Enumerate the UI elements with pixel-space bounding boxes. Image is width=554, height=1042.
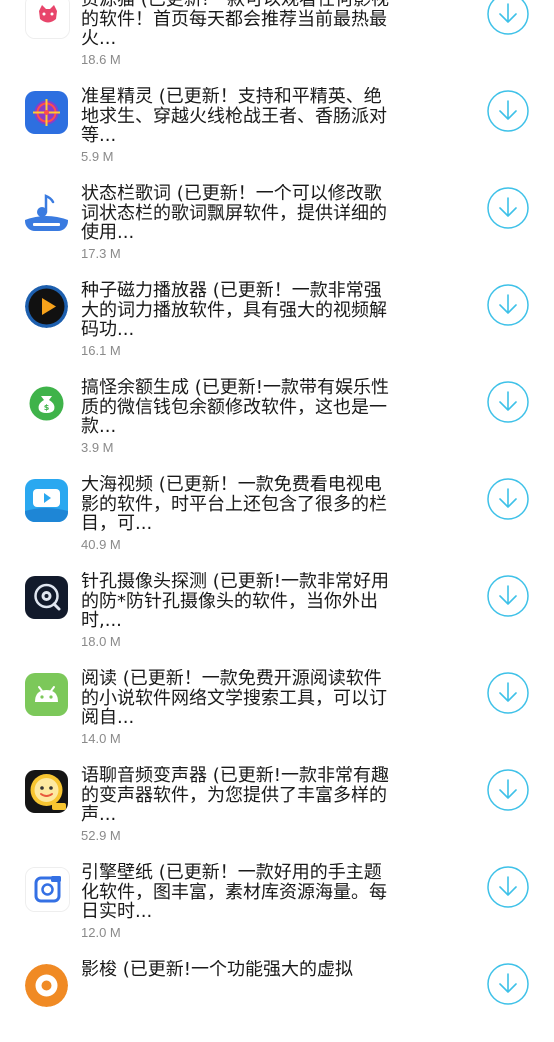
download-button[interactable] [487,0,529,35]
list-item[interactable]: $ 搞怪余额生成 (已更新!一款带有娱乐性质的微信钱包余额修改软件，这也是一款.… [0,363,554,460]
app-title: 语聊音频变声器 (已更新!一款非常有趣的变声器软件，为您提供了丰富多样的声... [81,766,389,825]
download-icon [487,478,529,520]
download-button[interactable] [487,672,529,714]
app-size: 17.3 M [81,246,121,261]
list-item[interactable]: 准星精灵 (已更新！支持和平精英、绝地求生、穿越火线枪战王者、香肠派对等... … [0,72,554,169]
crosshair-icon [25,91,68,134]
voice-changer-icon [25,770,68,813]
app-title: 种子磁力播放器 (已更新！一款非常强大的词力播放软件，具有强大的视频解码功... [81,281,387,340]
app-title: 针孔摄像头探测 (已更新!一款非常好用的防*防针孔摄像头的软件，当你外出时,..… [81,572,389,631]
download-button[interactable] [487,381,529,423]
download-icon [487,575,529,617]
gallery-icon [25,867,70,912]
app-size: 16.1 M [81,343,121,358]
app-size: 14.0 M [81,731,121,746]
list-item[interactable]: 影梭 (已更新!一个功能强大的虚拟 [0,945,554,1042]
app-size: 52.9 M [81,828,121,843]
app-size: 12.0 M [81,925,121,940]
list-item[interactable]: 阅读 (已更新！一款免费开源阅读软件的小说软件网络文学搜索工具，可以订阅自...… [0,654,554,751]
play-icon [25,285,68,328]
list-item[interactable]: 状态栏歌词 (已更新！一个可以修改歌词状态栏的歌词飘屏软件，提供详细的使用...… [0,169,554,266]
app-size: 40.9 M [81,537,121,552]
download-icon [487,284,529,326]
svg-text:$: $ [44,403,50,412]
app-title: 引擎壁纸 (已更新！一款好用的手主题化软件，图丰富，素材库资源海量。每日实时..… [81,863,387,922]
download-icon [487,769,529,811]
download-button[interactable] [487,769,529,811]
app-title: 影梭 (已更新!一个功能强大的虚拟 [81,960,353,980]
app-size: 18.0 M [81,634,121,649]
download-icon [487,90,529,132]
app-title: 大海视频 (已更新！一款免费看电视电影的软件，时平台上还包含了很多的栏目，可..… [81,475,387,534]
download-button[interactable] [487,478,529,520]
music-note-icon [25,188,68,231]
app-list: 资源猫 (已更新!一款可以观看任何影视的软件！首页每天都会推荐当前最热最火...… [0,0,554,1042]
download-button[interactable] [487,284,529,326]
app-title: 状态栏歌词 (已更新！一个可以修改歌词状态栏的歌词飘屏软件，提供详细的使用... [81,184,387,243]
list-item[interactable]: 针孔摄像头探测 (已更新!一款非常好用的防*防针孔摄像头的软件，当你外出时,..… [0,557,554,654]
download-icon [487,672,529,714]
camera-detector-icon [25,576,68,619]
list-item[interactable]: 引擎壁纸 (已更新！一款好用的手主题化软件，图丰富，素材库资源海量。每日实时..… [0,848,554,945]
download-icon [487,187,529,229]
list-item[interactable]: 种子磁力播放器 (已更新！一款非常强大的词力播放软件，具有强大的视频解码功...… [0,266,554,363]
app-size: 5.9 M [81,149,114,164]
shuttle-icon [25,964,68,1007]
download-icon [487,0,529,35]
cat-icon [25,0,70,39]
video-player-icon [25,479,68,522]
money-bag-icon: $ [25,382,68,425]
list-item[interactable]: 资源猫 (已更新!一款可以观看任何影视的软件！首页每天都会推荐当前最热最火...… [0,0,554,72]
download-icon [487,381,529,423]
app-title: 准星精灵 (已更新！支持和平精英、绝地求生、穿越火线枪战王者、香肠派对等... [81,87,387,146]
download-icon [487,866,529,908]
app-title: 资源猫 (已更新!一款可以观看任何影视的软件！首页每天都会推荐当前最热最火... [81,0,389,49]
download-button[interactable] [487,187,529,229]
download-button[interactable] [487,575,529,617]
list-item[interactable]: 语聊音频变声器 (已更新!一款非常有趣的变声器软件，为您提供了丰富多样的声...… [0,751,554,848]
list-item[interactable]: 大海视频 (已更新！一款免费看电视电影的软件，时平台上还包含了很多的栏目，可..… [0,460,554,557]
app-size: 3.9 M [81,440,114,455]
app-title: 阅读 (已更新！一款免费开源阅读软件的小说软件网络文学搜索工具，可以订阅自... [81,669,387,728]
download-button[interactable] [487,90,529,132]
android-icon [25,673,68,716]
download-button[interactable] [487,866,529,908]
app-size: 18.6 M [81,52,121,67]
download-button[interactable] [487,963,529,1005]
download-icon [487,963,529,1005]
app-title: 搞怪余额生成 (已更新!一款带有娱乐性质的微信钱包余额修改软件，这也是一款... [81,378,389,437]
